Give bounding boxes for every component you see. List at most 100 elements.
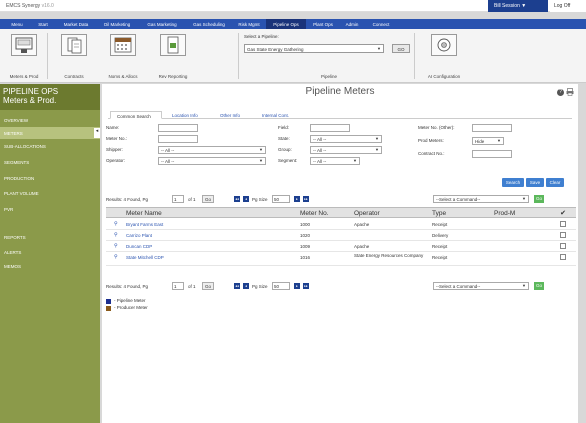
noms-allocs-button[interactable]: Noms & Allocs xyxy=(100,31,146,83)
sidebar-item-alerts[interactable]: ALERTS xyxy=(0,246,100,258)
select-all-check-icon[interactable]: ✔ xyxy=(560,209,566,217)
field-input[interactable] xyxy=(310,124,350,132)
tab-location-info[interactable]: Location Info xyxy=(166,111,212,119)
row-checkbox[interactable] xyxy=(560,221,566,227)
print-icon[interactable] xyxy=(566,88,574,96)
nav-gas-scheduling[interactable]: Gas Scheduling xyxy=(186,19,232,29)
nav-gas-marketing[interactable]: Gas Marketing xyxy=(140,19,184,29)
sidebar-item-pvr[interactable]: PVR xyxy=(0,203,100,215)
name-input[interactable] xyxy=(158,124,198,132)
save-button[interactable]: Save xyxy=(526,178,544,187)
meter-no-other-input[interactable] xyxy=(472,124,512,132)
first-page-icon[interactable]: ◂◂ xyxy=(234,196,240,202)
nav-oil-marketing[interactable]: Oil Marketing xyxy=(96,19,138,29)
log-off-link[interactable]: Log Off xyxy=(550,0,586,12)
meter-name-cell[interactable]: State Mitchell CDP xyxy=(126,255,164,260)
state-select[interactable]: -- All -- ▼ xyxy=(310,135,382,143)
nav-menu[interactable]: Menu xyxy=(6,19,28,29)
nav-start[interactable]: Start xyxy=(30,19,56,29)
sidebar-item-overview[interactable]: OVERVIEW xyxy=(0,114,100,126)
prod-meters-select[interactable]: Hide ▼ xyxy=(472,137,504,145)
row-checkbox[interactable] xyxy=(560,254,566,260)
command-go-button[interactable]: Go xyxy=(534,195,544,203)
table-row[interactable]: ⚲ Duncan CDP 1009 Apache Receipt xyxy=(106,241,576,252)
tab-other-info[interactable]: Other Info xyxy=(214,111,254,119)
meter-name-cell[interactable]: Bryant Farms East xyxy=(126,222,163,227)
page-go-button[interactable]: Go xyxy=(202,195,214,203)
nav-admin[interactable]: Admin xyxy=(340,19,364,29)
legend-swatch xyxy=(106,299,111,304)
contract-no-input[interactable] xyxy=(472,150,512,158)
nav-risk-mgmt[interactable]: Risk Mgmt xyxy=(234,19,264,29)
table-row[interactable]: ⚲ Carrizo Plant 1020 Delivery xyxy=(106,230,576,241)
shipper-select[interactable]: -- All -- ▼ xyxy=(158,146,266,154)
nav-connect[interactable]: Connect xyxy=(366,19,396,29)
last-page-icon[interactable]: ▸▸ xyxy=(303,196,309,202)
col-type[interactable]: Type xyxy=(432,210,446,217)
col-operator[interactable]: Operator xyxy=(354,210,380,217)
operator-select[interactable]: -- All -- ▼ xyxy=(158,157,266,165)
command-select[interactable]: --Select a Command-- ▼ xyxy=(433,195,529,203)
meter-name-cell[interactable]: Duncan CDP xyxy=(126,244,152,249)
meter-no-cell: 1020 xyxy=(300,233,311,238)
col-meter-name[interactable]: Meter Name xyxy=(126,210,162,217)
sidebar-item-segments[interactable]: SEGMENTS xyxy=(0,156,100,168)
results-bar-bottom: Results: 4 Found, Pg 1 of 1 Go ◂◂ ◂ Pg S… xyxy=(106,282,576,292)
rev-reporting-button[interactable]: Rev Reporting xyxy=(150,31,196,83)
legend-label: - Pipeline Meter xyxy=(114,298,146,303)
sidebar-item-reports[interactable]: REPORTS xyxy=(0,231,100,243)
ai-configuration-button[interactable]: AI Configuration xyxy=(420,31,468,83)
table-row[interactable]: ⚲ State Mitchell CDP 1016 State Energy R… xyxy=(106,252,576,266)
sidebar-item-sub-allocations[interactable]: SUB-ALLOCATIONS xyxy=(0,140,100,152)
prev-page-icon[interactable]: ◂ xyxy=(243,196,249,202)
sidebar-item-meters[interactable]: METERS xyxy=(0,127,100,139)
tab-common-search[interactable]: Common Search xyxy=(110,111,162,119)
pipeline-select[interactable]: Gas State Energy Gathering ▼ xyxy=(244,44,384,53)
next-page-icon[interactable]: ▸ xyxy=(294,283,300,289)
pipeline-go-button[interactable]: GO xyxy=(392,44,410,53)
search-icon[interactable]: ⚲ xyxy=(114,232,118,238)
meter-no-input[interactable] xyxy=(158,135,198,143)
search-icon[interactable]: ⚲ xyxy=(114,243,118,249)
tab-internal-cont[interactable]: Internal Cont. xyxy=(256,111,308,119)
command-go-button[interactable]: Go xyxy=(534,282,544,290)
clear-button[interactable]: Clear xyxy=(546,178,564,187)
page-input[interactable]: 1 xyxy=(172,195,184,203)
row-checkbox[interactable] xyxy=(560,243,566,249)
operator-cell: Apache xyxy=(354,244,370,249)
search-icon[interactable]: ⚲ xyxy=(114,221,118,227)
command-select[interactable]: --Select a Command-- ▼ xyxy=(433,282,529,290)
table-row[interactable]: ⚲ Bryant Farms East 1000 Apache Receipt xyxy=(106,219,576,230)
search-icon[interactable]: ⚲ xyxy=(114,254,118,260)
nav-pipeline-ops[interactable]: Pipeline Ops xyxy=(266,19,306,29)
page-size-select[interactable]: 50 xyxy=(272,282,290,290)
shipper-label: Shipper: xyxy=(106,147,123,152)
page-go-button[interactable]: Go xyxy=(202,282,214,290)
meters-prod-button[interactable]: Meters & Prod xyxy=(4,31,44,83)
page-input[interactable]: 1 xyxy=(172,282,184,290)
nav-market-data[interactable]: Market Data xyxy=(58,19,94,29)
sidebar-collapse-icon[interactable]: ◂ xyxy=(94,128,100,138)
meter-name-cell[interactable]: Carrizo Plant xyxy=(126,233,152,238)
session-menu-button[interactable]: Bill Session ▼ xyxy=(488,0,548,12)
search-tabs: Common Search Location Info Other Info I… xyxy=(108,111,572,119)
last-page-icon[interactable]: ▸▸ xyxy=(303,283,309,289)
col-prod-m[interactable]: Prod-M xyxy=(494,210,515,217)
group-select[interactable]: -- All -- ▼ xyxy=(310,146,382,154)
col-meter-no[interactable]: Meter No. xyxy=(300,210,329,217)
title-bar: EMCS Synergy v16.0 Bill Session ▼ Log Of… xyxy=(0,0,586,12)
prev-page-icon[interactable]: ◂ xyxy=(243,283,249,289)
segment-select[interactable]: -- All -- ▼ xyxy=(310,157,360,165)
nav-plant-ops[interactable]: Plant Ops xyxy=(308,19,338,29)
sidebar-item-production[interactable]: PRODUCTION xyxy=(0,172,100,184)
first-page-icon[interactable]: ◂◂ xyxy=(234,283,240,289)
row-checkbox[interactable] xyxy=(560,232,566,238)
search-button[interactable]: Search xyxy=(502,178,524,187)
sidebar-item-memos[interactable]: MEMOS xyxy=(0,260,100,272)
next-page-icon[interactable]: ▸ xyxy=(294,196,300,202)
sidebar-item-plant-volume[interactable]: PLANT VOLUME xyxy=(0,187,100,199)
page-of-text: of 1 xyxy=(188,197,196,202)
help-icon[interactable]: ? xyxy=(557,89,564,96)
page-size-select[interactable]: 50 xyxy=(272,195,290,203)
contracts-button[interactable]: Contracts xyxy=(54,31,94,83)
